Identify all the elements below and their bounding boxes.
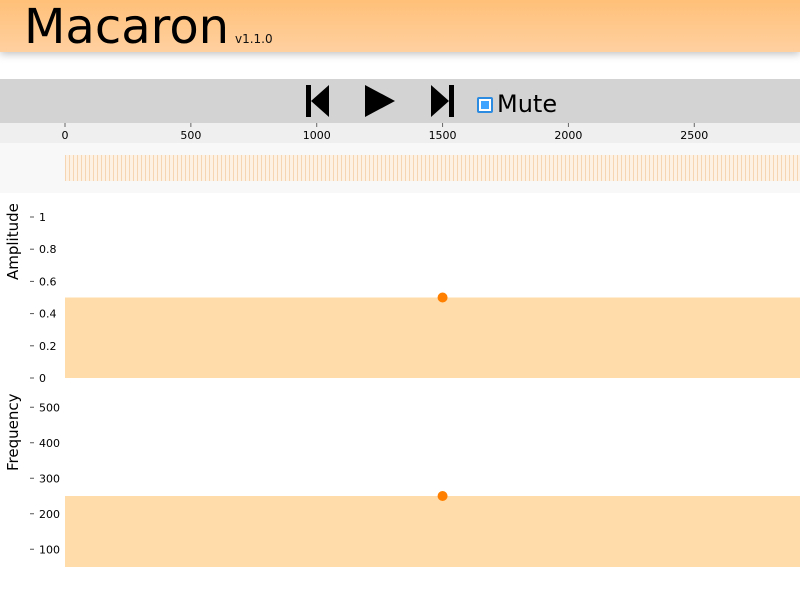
y-tick-label: 0.2 [39,340,57,353]
amplitude-graph: 0 0.2 0.4 0.6 0.8 1 [30,211,800,385]
y-tick-label: 0 [39,372,46,385]
y-tick-label: 400 [39,437,60,450]
y-tick-label: 300 [39,472,60,485]
y-tick-label: 500 [39,401,60,414]
y-tick-label: 0.4 [39,308,57,321]
frequency-graph: 100 200 300 400 500 [30,401,800,567]
amplitude-axis-title: Amplitude [4,203,22,280]
app-root: Macaron v1.1.0 Mute 0500 1000 1500 2000 … [0,0,800,600]
area-fill [65,297,800,378]
graphs-area: Amplitude Frequency 0 0.2 0.4 0.6 0.8 1 100 200… [0,0,800,600]
y-tick-label: 0.8 [39,243,57,256]
frequency-axis-title: Frequency [4,393,22,472]
control-point[interactable] [437,491,448,501]
y-tick-label: 0.6 [39,275,57,288]
y-tick-label: 100 [39,543,60,556]
control-point[interactable] [437,292,448,303]
y-tick-label: 1 [39,211,46,224]
graphs-svg: 0 0.2 0.4 0.6 0.8 1 100 200 300 400 500 [30,211,800,567]
area-fill [65,496,800,567]
y-tick-label: 200 [39,508,60,521]
